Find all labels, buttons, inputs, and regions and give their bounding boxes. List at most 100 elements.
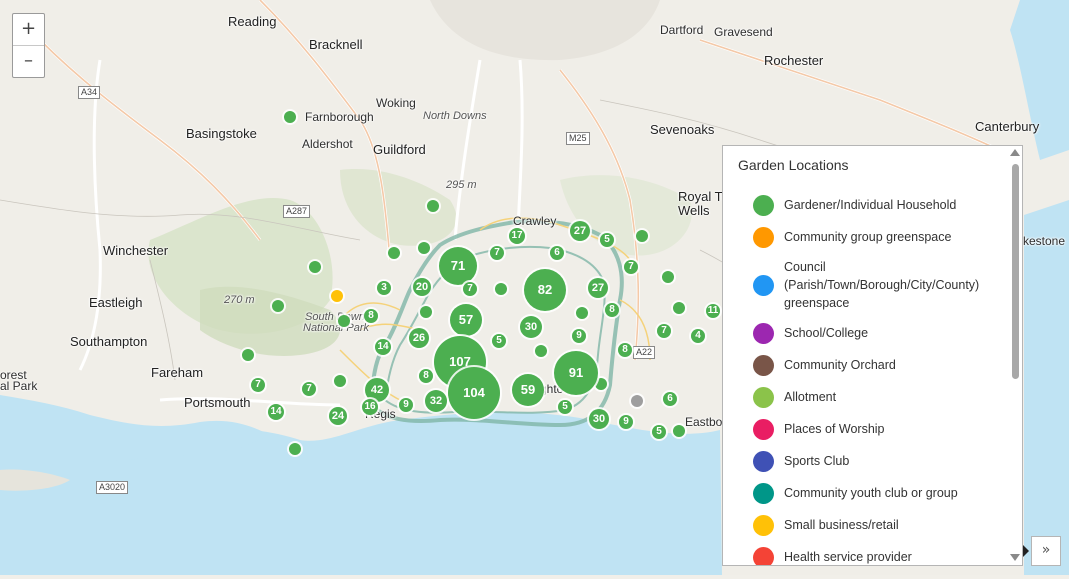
- zoom-control: + –: [12, 13, 45, 78]
- legend-label: Allotment: [784, 390, 837, 404]
- cluster-marker[interactable]: 4: [691, 329, 705, 343]
- cluster-marker[interactable]: 5: [558, 400, 572, 414]
- place-label: National Park: [303, 322, 370, 334]
- garden-point-marker[interactable]: [388, 247, 400, 259]
- legend-swatch-icon: [753, 386, 774, 408]
- cluster-marker[interactable]: 82: [524, 269, 566, 311]
- place-label: Bracknell: [309, 37, 363, 52]
- garden-point-marker[interactable]: [673, 302, 685, 314]
- place-label: North Downs: [423, 110, 487, 122]
- cluster-marker[interactable]: 27: [570, 221, 590, 241]
- garden-point-marker[interactable]: [272, 300, 284, 312]
- legend-item: Allotment: [753, 386, 1008, 408]
- cluster-marker[interactable]: 30: [589, 409, 609, 429]
- legend-collapse-button[interactable]: »: [1031, 536, 1061, 566]
- cluster-marker[interactable]: 32: [425, 390, 447, 412]
- cluster-marker[interactable]: 7: [463, 282, 477, 296]
- scroll-down-arrow-icon[interactable]: [1010, 554, 1020, 561]
- cluster-marker[interactable]: 9: [619, 415, 633, 429]
- place-label: Reading: [228, 14, 277, 29]
- cluster-marker[interactable]: 7: [624, 260, 638, 274]
- legend-item: Council (Parish/Town/Borough/City/County…: [753, 258, 1008, 312]
- legend-label: Places of Worship: [784, 422, 885, 436]
- cluster-marker[interactable]: 26: [409, 328, 429, 348]
- cluster-marker[interactable]: 30: [520, 316, 542, 338]
- cluster-marker[interactable]: 5: [652, 425, 666, 439]
- place-label: Dartford: [660, 23, 704, 37]
- garden-point-marker[interactable]: [427, 200, 439, 212]
- place-label: 270 m: [224, 294, 255, 306]
- cluster-marker[interactable]: 9: [572, 329, 586, 343]
- legend-scrollbar[interactable]: [1012, 164, 1019, 379]
- legend-item: School/College: [753, 322, 1008, 344]
- legend-swatch-icon: [753, 226, 774, 248]
- legend-item: Health service provider: [753, 546, 1008, 565]
- cluster-marker[interactable]: 16: [362, 399, 378, 415]
- cluster-marker[interactable]: 14: [268, 404, 284, 420]
- cluster-marker[interactable]: 14: [375, 339, 391, 355]
- garden-point-marker[interactable]: [631, 395, 643, 407]
- garden-point-marker[interactable]: [331, 290, 343, 302]
- cluster-marker[interactable]: 27: [588, 278, 608, 298]
- legend-swatch-icon: [753, 482, 774, 504]
- legend-item: Places of Worship: [753, 418, 1008, 440]
- garden-point-marker[interactable]: [673, 425, 685, 437]
- zoom-out-button[interactable]: –: [13, 46, 44, 77]
- cluster-marker[interactable]: 9: [399, 398, 413, 412]
- place-label: Gravesend: [714, 25, 773, 39]
- double-chevron-right-icon: »: [1041, 542, 1051, 558]
- cluster-marker[interactable]: 7: [657, 324, 671, 338]
- place-label: Southampton: [70, 334, 148, 349]
- legend-title: Garden Locations: [738, 157, 849, 173]
- garden-point-marker[interactable]: [495, 283, 507, 295]
- scroll-up-arrow-icon[interactable]: [1010, 149, 1020, 156]
- legend-item: Community youth club or group: [753, 482, 1008, 504]
- legend-list: Gardener/Individual Household Community g…: [753, 194, 1008, 565]
- garden-point-marker[interactable]: [242, 349, 254, 361]
- legend-swatch-icon: [753, 418, 774, 440]
- place-label: Wells: [678, 203, 710, 218]
- cluster-marker[interactable]: 59: [512, 374, 544, 406]
- place-label: kestone: [1023, 234, 1066, 248]
- legend-swatch-icon: [753, 514, 774, 536]
- cluster-marker[interactable]: 57: [450, 304, 482, 336]
- cluster-marker[interactable]: 3: [377, 281, 391, 295]
- garden-point-marker[interactable]: [662, 271, 674, 283]
- cluster-marker[interactable]: 5: [492, 334, 506, 348]
- cluster-marker[interactable]: 20: [413, 278, 431, 296]
- legend-item: Gardener/Individual Household: [753, 194, 1008, 216]
- legend-label: School/College: [784, 326, 869, 340]
- cluster-marker[interactable]: 8: [605, 303, 619, 317]
- garden-point-marker[interactable]: [636, 230, 648, 242]
- garden-point-marker[interactable]: [576, 307, 588, 319]
- legend-swatch-icon: [753, 274, 774, 296]
- place-label: al Park: [0, 379, 38, 393]
- cluster-marker[interactable]: 7: [490, 246, 504, 260]
- garden-point-marker[interactable]: [338, 315, 350, 327]
- cluster-marker[interactable]: 24: [329, 407, 347, 425]
- garden-point-marker[interactable]: [334, 375, 346, 387]
- garden-point-marker[interactable]: [309, 261, 321, 273]
- garden-point-marker[interactable]: [535, 345, 547, 357]
- garden-point-marker[interactable]: [289, 443, 301, 455]
- cluster-marker[interactable]: 5: [600, 233, 614, 247]
- place-label: Rochester: [764, 53, 824, 68]
- cluster-marker[interactable]: 104: [448, 367, 500, 419]
- garden-point-marker[interactable]: [284, 111, 296, 123]
- cluster-marker[interactable]: 7: [251, 378, 265, 392]
- garden-point-marker[interactable]: [418, 242, 430, 254]
- cluster-marker[interactable]: 8: [419, 369, 433, 383]
- cluster-marker[interactable]: 91: [554, 351, 598, 395]
- cluster-marker[interactable]: 7: [302, 382, 316, 396]
- cluster-marker[interactable]: 8: [618, 343, 632, 357]
- cluster-marker[interactable]: 6: [663, 392, 677, 406]
- cluster-marker[interactable]: 8: [364, 309, 378, 323]
- zoom-in-button[interactable]: +: [13, 14, 44, 46]
- garden-point-marker[interactable]: [420, 306, 432, 318]
- cluster-marker[interactable]: 6: [550, 246, 564, 260]
- cluster-marker[interactable]: 11: [706, 304, 720, 318]
- cluster-marker[interactable]: 71: [439, 247, 477, 285]
- road-shield: A287: [283, 205, 311, 218]
- legend-swatch-icon: [753, 354, 774, 376]
- cluster-marker[interactable]: 17: [509, 228, 525, 244]
